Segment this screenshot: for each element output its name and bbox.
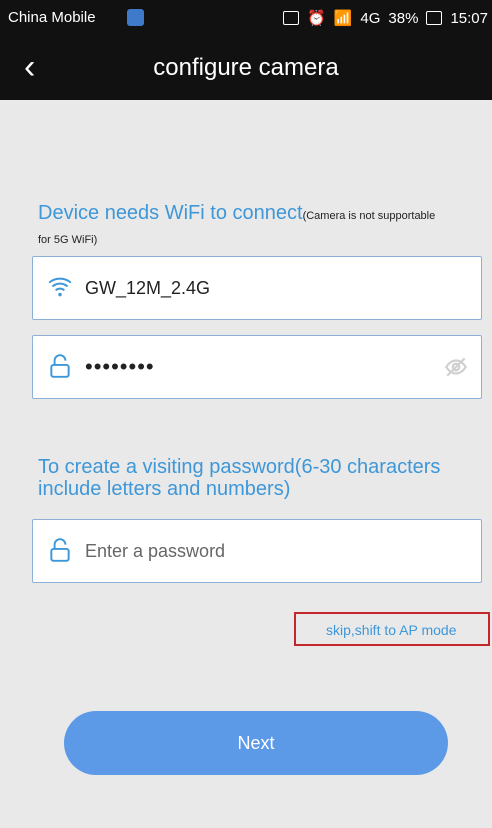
notification-icon	[127, 9, 144, 26]
wifi-note: (Camera is not supportable	[302, 210, 436, 222]
eye-off-icon[interactable]	[443, 354, 469, 385]
wifi-note-2: for 5G WiFi)	[38, 234, 98, 246]
network-label: 4G	[360, 9, 381, 27]
next-button[interactable]: Next	[64, 711, 448, 775]
visit-heading: To create a visiting password(6-30 chara…	[38, 456, 441, 500]
wifi-heading: Device needs WiFi to connect(Camera is n…	[38, 202, 478, 251]
carrier-label: China Mobile	[8, 9, 96, 26]
alarm-icon: ⏰	[307, 10, 326, 27]
wifi-heading-text: Device needs WiFi to connect	[38, 202, 303, 224]
wifi-ssid-value: GW_12M_2.4G	[85, 278, 211, 298]
vibrate-icon	[283, 11, 300, 25]
status-right: ⏰ 📶 4G 38% 15:07	[283, 9, 488, 27]
status-bar: China Mobile ⏰ 📶 4G 38% 15:07	[0, 0, 492, 36]
wifi-password-field[interactable]: ••••••••	[32, 335, 482, 399]
time-label: 15:07	[450, 9, 488, 27]
wifi-password-value: ••••••••	[85, 354, 155, 379]
title-bar: ‹ configure camera	[0, 36, 492, 100]
battery-icon	[426, 11, 443, 25]
visit-password-field[interactable]: Enter a password	[32, 519, 482, 583]
lock-icon	[47, 353, 73, 384]
skip-link-label: skip,shift to AP mode	[326, 622, 457, 638]
wifi-status-icon: 📶	[333, 10, 353, 27]
wifi-icon	[47, 274, 73, 305]
wifi-ssid-field[interactable]: GW_12M_2.4G	[32, 256, 482, 320]
visit-password-placeholder: Enter a password	[85, 541, 226, 561]
skip-ap-mode-link[interactable]: skip,shift to AP mode	[294, 612, 490, 646]
battery-label: 38%	[388, 9, 419, 27]
page-title: configure camera	[153, 54, 339, 81]
lock-icon	[47, 537, 73, 568]
